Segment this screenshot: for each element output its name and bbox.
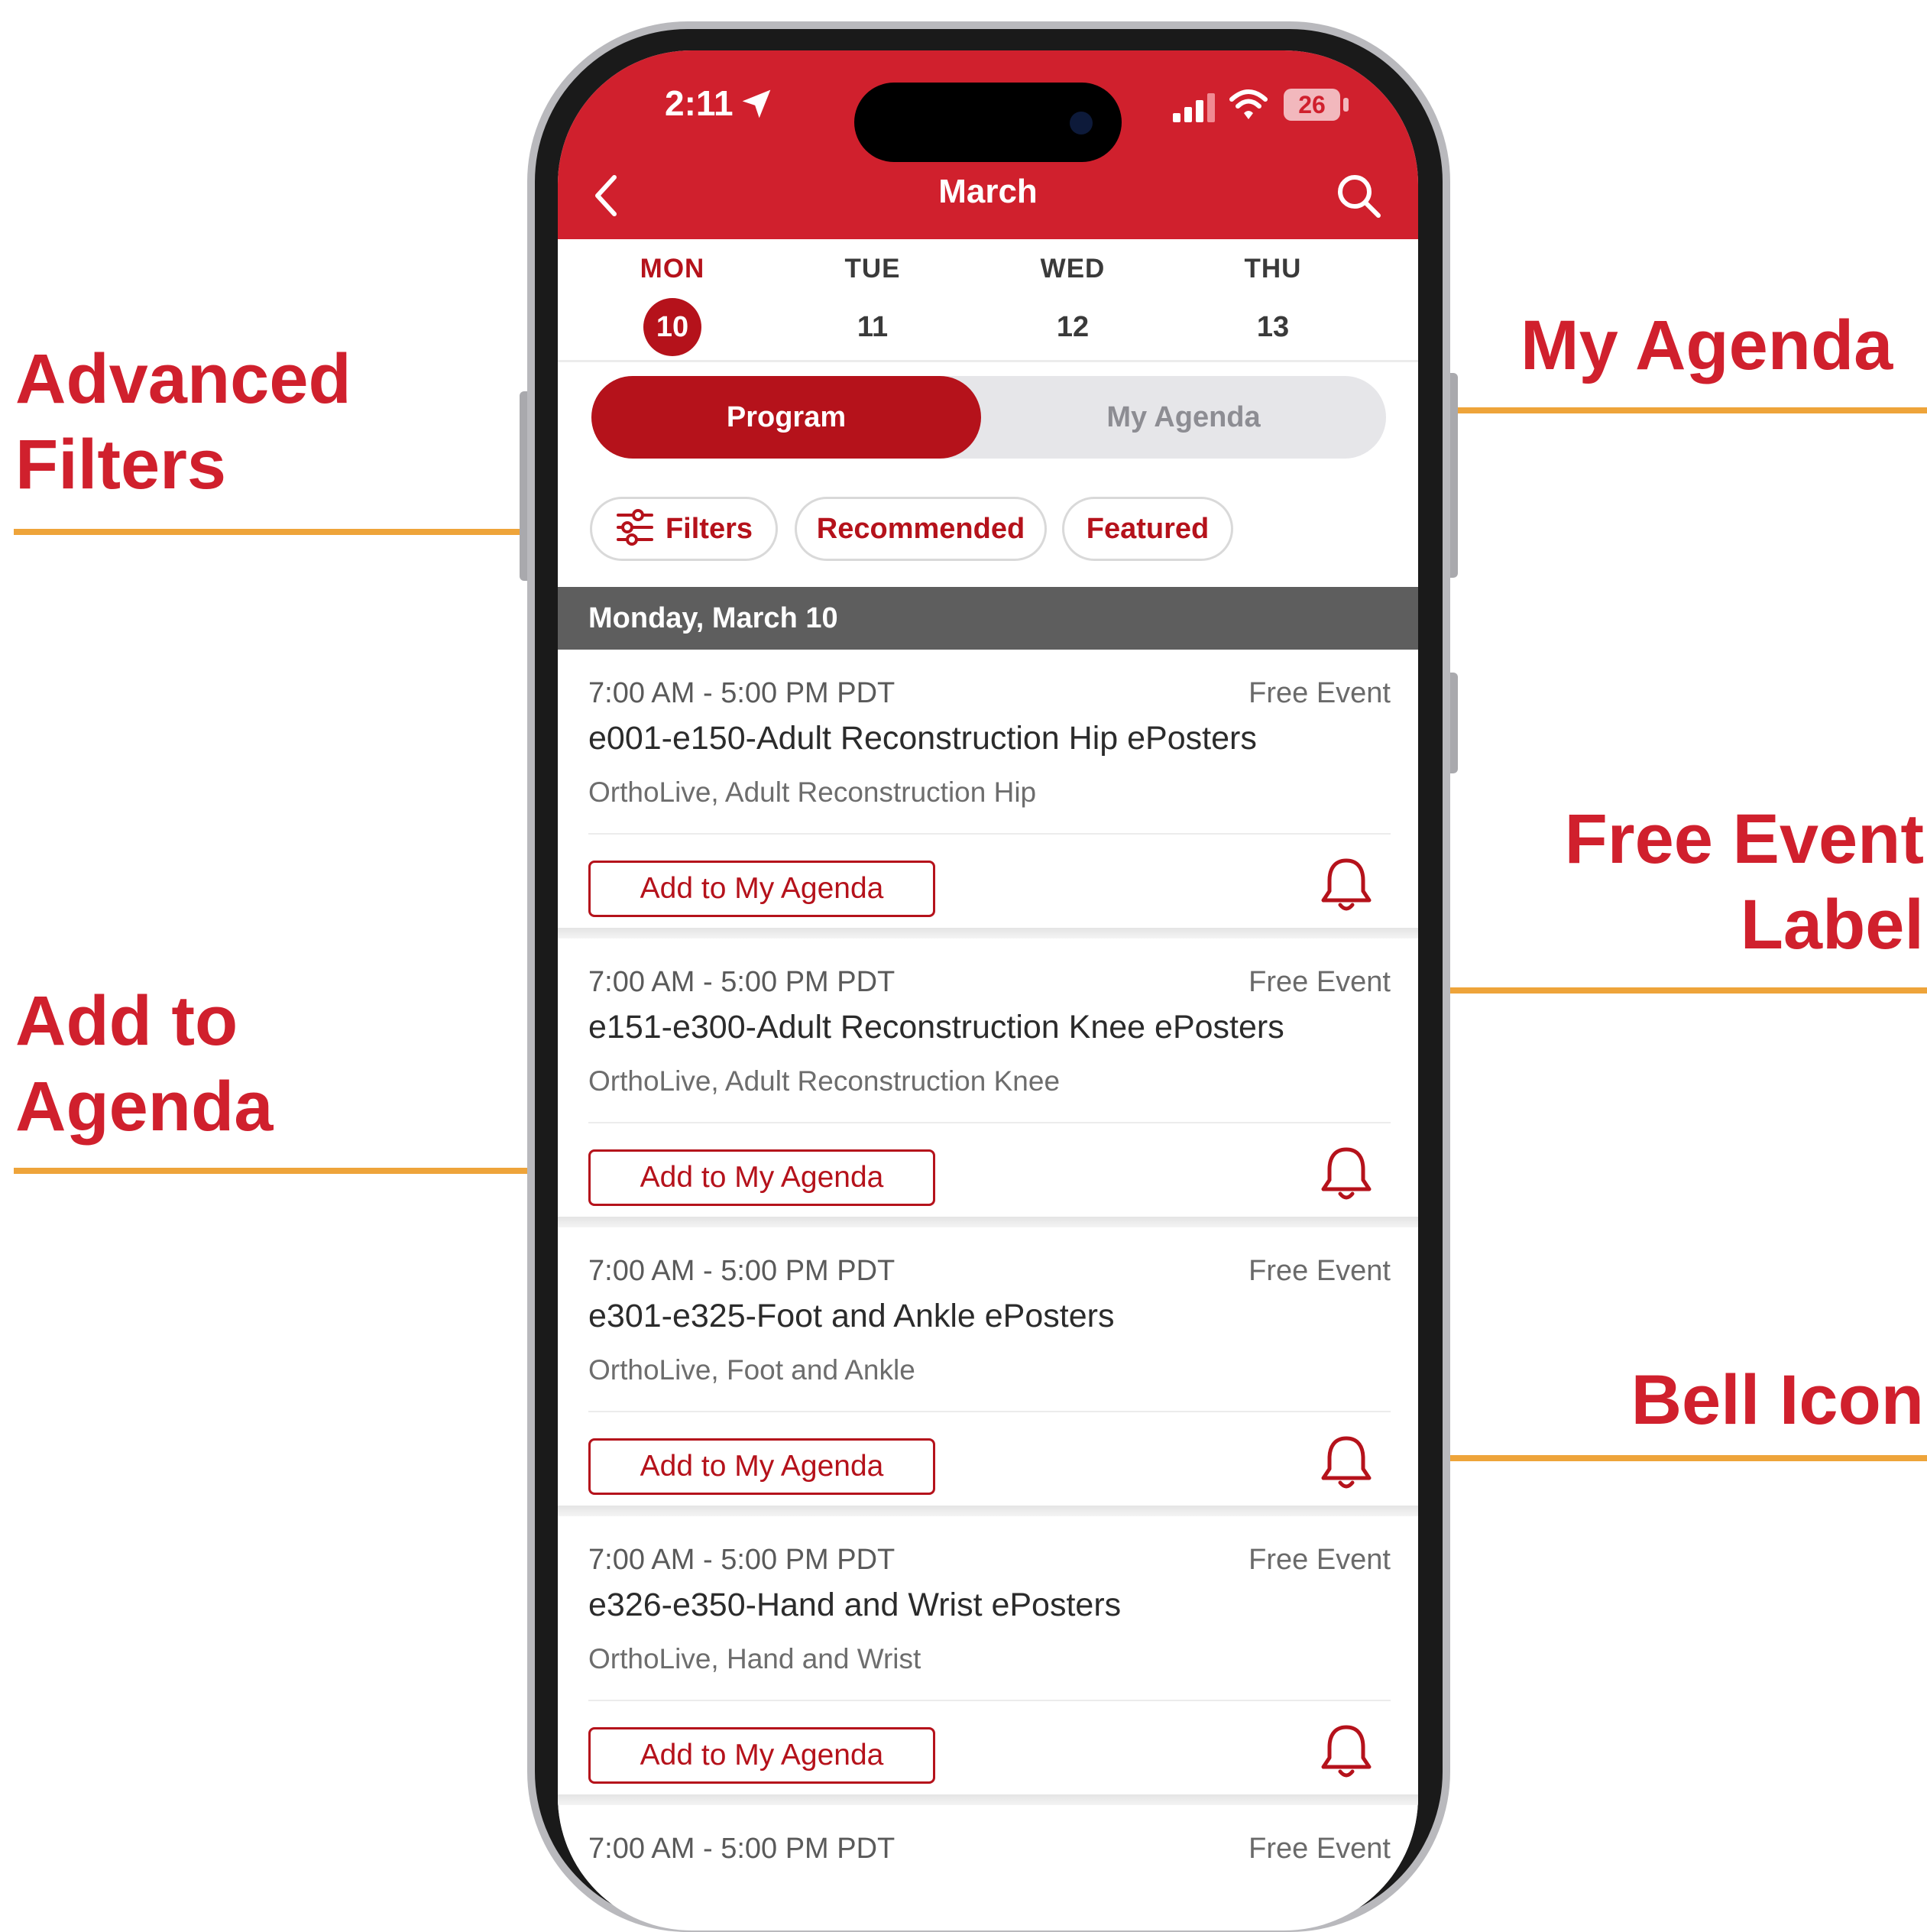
- filters-chip-label: Filters: [665, 513, 753, 545]
- featured-chip[interactable]: Featured: [1062, 497, 1233, 561]
- callout-free-event-label: Free Event Label: [1564, 800, 1924, 964]
- day-name: MON: [640, 254, 705, 284]
- callout-add-to-agenda: Add to Agenda: [15, 982, 274, 1146]
- day-number: 10: [643, 298, 701, 356]
- wifi-icon: [1229, 89, 1268, 119]
- event-title: e326-e350-Hand and Wrist ePosters: [588, 1587, 1122, 1623]
- event-time: 7:00 AM - 5:00 PM PDT: [588, 966, 895, 998]
- event-track: OrthoLive, Adult Reconstruction Knee: [588, 1065, 1061, 1097]
- event-time: 7:00 AM - 5:00 PM PDT: [588, 677, 895, 709]
- event-title: e001-e150-Adult Reconstruction Hip ePost…: [588, 720, 1257, 757]
- card-shadow: [558, 928, 1418, 938]
- card-divider: [588, 1122, 1391, 1123]
- day-name: TUE: [844, 254, 901, 284]
- event-track: OrthoLive, Hand and Wrist: [588, 1643, 921, 1674]
- callout-bell-icon: Bell Icon: [1631, 1361, 1924, 1439]
- callout-free-event-line: [1406, 987, 1927, 994]
- free-event-label: Free Event: [1249, 677, 1391, 709]
- card-divider: [588, 1411, 1391, 1412]
- callout-bell-icon-line: [1406, 1455, 1927, 1461]
- date-section-header: Monday, March 10: [558, 587, 1418, 650]
- card-shadow: [558, 1794, 1418, 1805]
- callout-my-agenda-line: [1406, 407, 1927, 413]
- status-time: 2:11: [665, 83, 734, 123]
- add-to-agenda-button[interactable]: Add to My Agenda: [588, 861, 935, 917]
- search-icon[interactable]: [1334, 171, 1383, 220]
- event-title: e301-e325-Foot and Ankle ePosters: [588, 1298, 1115, 1334]
- event-time: 7:00 AM - 5:00 PM PDT: [588, 1544, 895, 1576]
- free-event-label: Free Event: [1249, 1833, 1391, 1865]
- location-arrow-icon: [742, 89, 771, 118]
- event-card[interactable]: 7:00 AM - 5:00 PM PDT Free Event: [558, 1805, 1418, 1912]
- day-tab-tue[interactable]: TUE 11: [796, 254, 949, 356]
- card-shadow: [558, 1217, 1418, 1227]
- divider: [558, 360, 1418, 362]
- event-time: 7:00 AM - 5:00 PM PDT: [588, 1255, 895, 1287]
- day-number: 13: [1256, 311, 1290, 343]
- recommended-chip[interactable]: Recommended: [795, 497, 1047, 561]
- day-tab-wed[interactable]: WED 12: [996, 254, 1149, 356]
- camera-lens: [1070, 112, 1093, 135]
- callout-my-agenda: My Agenda: [1521, 306, 1893, 384]
- bell-icon[interactable]: [1319, 1143, 1374, 1204]
- card-shadow: [558, 1506, 1418, 1516]
- signal-icon: [1173, 93, 1215, 122]
- free-event-label: Free Event: [1249, 966, 1391, 998]
- add-to-agenda-button[interactable]: Add to My Agenda: [588, 1149, 935, 1206]
- event-card[interactable]: 7:00 AM - 5:00 PM PDT Free Event e301-e3…: [558, 1227, 1418, 1516]
- bell-icon[interactable]: [1319, 1721, 1374, 1782]
- battery-indicator: 26: [1284, 89, 1340, 121]
- program-agenda-toggle: Program My Agenda: [591, 376, 1386, 459]
- bell-icon[interactable]: [1319, 854, 1374, 916]
- free-event-label: Free Event: [1249, 1544, 1391, 1576]
- nav-title: March: [938, 173, 1038, 210]
- filters-chip[interactable]: Filters: [590, 497, 778, 561]
- day-number: 12: [1056, 311, 1090, 343]
- event-time: 7:00 AM - 5:00 PM PDT: [588, 1833, 895, 1865]
- event-track: OrthoLive, Foot and Ankle: [588, 1354, 915, 1386]
- phone-screen: 2:11 26 March MON 10 TUE 11 WED 12 THU 1…: [558, 50, 1418, 1930]
- day-name: WED: [1040, 254, 1106, 284]
- bell-icon[interactable]: [1319, 1432, 1374, 1493]
- day-tab-mon[interactable]: MON 10: [596, 254, 749, 356]
- callout-advanced-filters: Advanced Filters: [15, 340, 351, 504]
- add-to-agenda-button[interactable]: Add to My Agenda: [588, 1438, 935, 1495]
- card-divider: [588, 1700, 1391, 1701]
- day-number: 11: [857, 311, 889, 343]
- card-divider: [588, 833, 1391, 835]
- callout-add-to-agenda-line: [14, 1168, 561, 1174]
- event-title: e151-e300-Adult Reconstruction Knee ePos…: [588, 1009, 1284, 1045]
- tab-my-agenda[interactable]: My Agenda: [981, 376, 1386, 459]
- event-card[interactable]: 7:00 AM - 5:00 PM PDT Free Event e151-e3…: [558, 938, 1418, 1227]
- tab-program[interactable]: Program: [591, 376, 981, 459]
- callout-advanced-filters-line: [14, 529, 561, 535]
- add-to-agenda-button[interactable]: Add to My Agenda: [588, 1727, 935, 1784]
- free-event-label: Free Event: [1249, 1255, 1391, 1287]
- day-name: THU: [1244, 254, 1302, 284]
- event-track: OrthoLive, Adult Reconstruction Hip: [588, 776, 1037, 808]
- event-card[interactable]: 7:00 AM - 5:00 PM PDT Free Event e326-e3…: [558, 1516, 1418, 1805]
- day-tab-thu[interactable]: THU 13: [1197, 254, 1349, 356]
- filter-sliders-icon: [616, 508, 653, 546]
- event-card[interactable]: 7:00 AM - 5:00 PM PDT Free Event e001-e1…: [558, 650, 1418, 938]
- battery-nub: [1343, 98, 1349, 112]
